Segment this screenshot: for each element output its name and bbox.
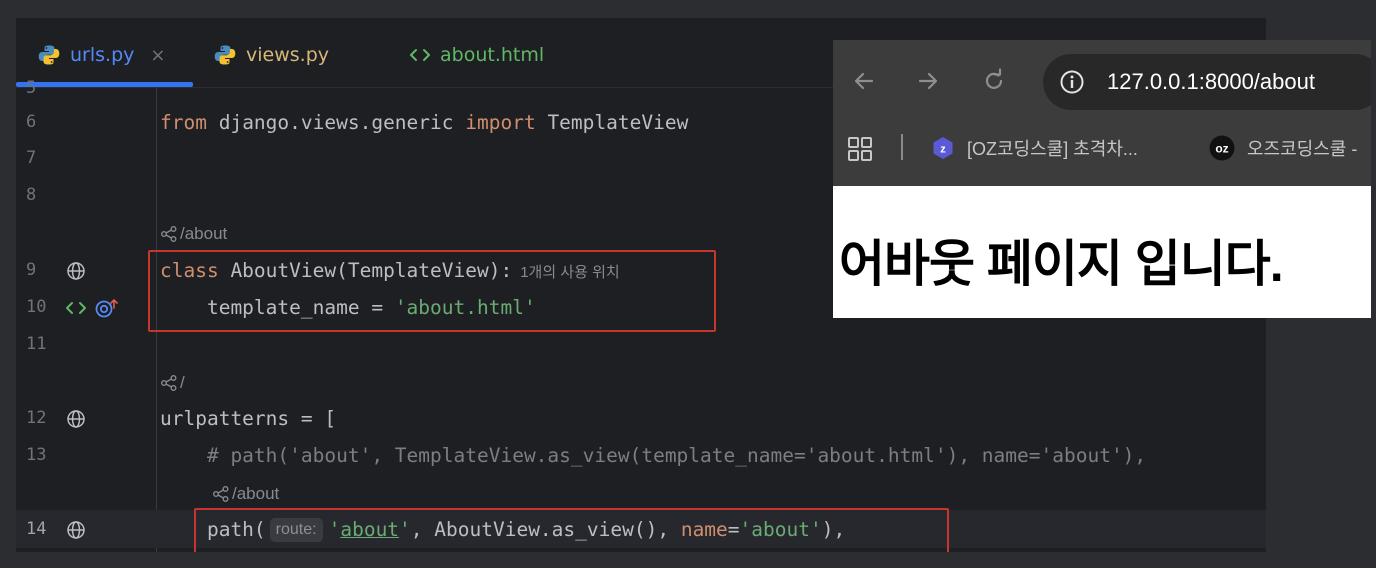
- back-arrow-icon[interactable]: [851, 68, 877, 94]
- url-text[interactable]: 127.0.0.1:8000/about: [1107, 54, 1315, 110]
- python-file-icon: [214, 45, 236, 65]
- bookmark-divider: [901, 134, 903, 160]
- code-text[interactable]: from django.views.generic import Templat…: [160, 104, 688, 141]
- oz-logo-icon: oz: [1209, 135, 1235, 161]
- override-target-icon[interactable]: [94, 298, 120, 318]
- apps-grid-icon[interactable]: [847, 136, 873, 162]
- endpoint-lens[interactable]: /about: [16, 475, 1266, 512]
- endpoint-lens[interactable]: /: [16, 364, 1266, 401]
- line-number: 8: [26, 185, 37, 205]
- line-number: 10: [26, 297, 47, 317]
- browser-window: 127.0.0.1:8000/about z [OZ코딩스쿨] 초격차... o…: [833, 40, 1371, 318]
- line-number: 11: [26, 334, 47, 354]
- svg-text:z: z: [940, 144, 946, 156]
- endpoint-lens-label: /: [180, 373, 185, 392]
- line-number: 13: [26, 445, 47, 465]
- line-number: 7: [26, 148, 37, 168]
- line-number: 5: [26, 78, 37, 98]
- svg-text:oz: oz: [1215, 142, 1228, 156]
- code-line[interactable]: 13 # path('about', TemplateView.as_view(…: [16, 437, 1266, 474]
- code-text[interactable]: urlpatterns = [: [160, 400, 336, 437]
- tab-urls-label: urls.py: [70, 44, 135, 66]
- line-number: 14: [26, 519, 47, 539]
- html-template-icon[interactable]: [64, 298, 88, 318]
- globe-icon[interactable]: [66, 409, 86, 429]
- site-info-icon[interactable]: [1059, 69, 1085, 95]
- code-comment[interactable]: # path('about', TemplateView.as_view(tem…: [160, 437, 1146, 474]
- line-number: 12: [26, 408, 47, 428]
- bookmark-item[interactable]: oz 오즈코딩스쿨 -: [1209, 134, 1357, 162]
- bookmark-item[interactable]: z [OZ코딩스쿨] 초격차...: [931, 134, 1138, 162]
- endpoint-lens-label: /about: [232, 484, 280, 503]
- address-bar[interactable]: 127.0.0.1:8000/about: [1043, 54, 1371, 110]
- python-file-icon: [38, 45, 60, 65]
- html-file-icon: [410, 49, 430, 61]
- tab-urls-py[interactable]: urls.py ×: [38, 40, 165, 70]
- forward-arrow-icon[interactable]: [915, 68, 941, 94]
- endpoint-lens-label: /about: [180, 224, 228, 243]
- page-heading: 어바웃 페이지 입니다.: [839, 236, 1284, 292]
- tab-views-py[interactable]: views.py: [214, 40, 329, 70]
- code-line[interactable]: 12 urlpatterns = [: [16, 400, 1266, 437]
- line-number: 9: [26, 260, 37, 280]
- bookmark-label: [OZ코딩스쿨] 초격차...: [967, 139, 1138, 159]
- globe-icon[interactable]: [66, 261, 86, 281]
- share-nodes-icon: [213, 485, 229, 502]
- browser-toolbar: 127.0.0.1:8000/about z [OZ코딩스쿨] 초격차... o…: [833, 40, 1371, 186]
- share-nodes-icon: [161, 225, 177, 242]
- tab-views-label: views.py: [246, 44, 329, 66]
- globe-icon[interactable]: [66, 520, 86, 540]
- tab-about-label: about.html: [440, 44, 545, 66]
- highlight-box-path: [194, 508, 949, 552]
- tab-about-html[interactable]: about.html: [408, 40, 544, 70]
- line-number: 6: [26, 112, 37, 132]
- bookmark-label: 오즈코딩스쿨 -: [1247, 139, 1358, 159]
- bookmark-favicon-icon: z: [933, 137, 953, 159]
- close-icon[interactable]: ×: [150, 45, 165, 66]
- reload-icon[interactable]: [981, 68, 1007, 94]
- highlight-box-class: [148, 250, 716, 332]
- share-nodes-icon: [161, 374, 177, 391]
